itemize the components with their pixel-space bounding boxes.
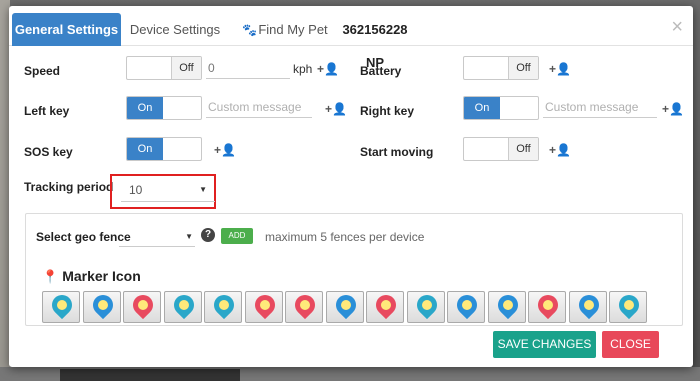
right-key-toggle[interactable]: On [463, 96, 539, 120]
marker-icon-button[interactable] [528, 290, 566, 323]
right-key-toggle-state: On [464, 97, 500, 119]
marker-icon-button[interactable] [82, 290, 121, 323]
chevron-down-icon: ▼ [199, 185, 207, 194]
geo-fence-panel: Select geo fence ▼ ? ADD maximum 5 fence… [25, 213, 683, 326]
marker-pin-icon [88, 290, 117, 320]
geo-fence-note: maximum 5 fences per device [265, 230, 425, 244]
geo-fence-label: Select geo fence [36, 230, 131, 244]
tracking-period-label: Tracking period [24, 180, 114, 194]
settings-modal: General Settings Device Settings 🐾Find M… [9, 6, 693, 367]
marker-pin-icon [452, 290, 482, 320]
tab-find-my-pet-label: Find My Pet [258, 22, 328, 37]
right-key-message-input[interactable] [543, 96, 657, 118]
marker-icon-row [42, 290, 652, 323]
speed-input[interactable] [206, 57, 290, 79]
left-key-toggle[interactable]: On [126, 96, 202, 120]
left-key-label: Left key [24, 104, 70, 118]
tab-general-settings[interactable]: General Settings [12, 13, 121, 46]
marker-icon-button[interactable] [325, 290, 364, 323]
marker-icon-button[interactable] [406, 290, 445, 323]
close-button[interactable]: CLOSE [602, 331, 659, 358]
marker-icon-button[interactable] [163, 290, 202, 323]
left-key-toggle-state: On [127, 97, 163, 119]
marker-icon-button[interactable] [42, 290, 80, 323]
marker-pin-icon [128, 290, 158, 320]
add-geo-fence-button[interactable]: ADD [221, 228, 253, 244]
speed-unit: kph [293, 62, 313, 76]
speed-toggle-state: Off [171, 57, 201, 79]
device-id-label: 362156228 NP [342, 22, 408, 70]
chevron-down-icon: ▼ [185, 232, 193, 241]
marker-pin-icon [614, 290, 644, 320]
right-key-add-user-icon[interactable]: +👤 [662, 102, 684, 116]
map-footer-strip [0, 367, 700, 381]
start-moving-toggle-state: Off [508, 138, 538, 160]
battery-label: Battery [360, 64, 402, 78]
marker-pin-icon [493, 290, 522, 320]
marker-pin-icon [250, 290, 279, 320]
marker-icon-button[interactable] [123, 290, 161, 323]
tab-find-my-pet[interactable]: 🐾Find My Pet [237, 13, 333, 46]
sos-key-toggle[interactable]: On [126, 137, 202, 161]
left-key-add-user-icon[interactable]: +👤 [325, 102, 347, 116]
start-moving-toggle[interactable]: Off [463, 137, 539, 161]
left-key-message-input[interactable] [206, 96, 312, 118]
battery-add-user-icon[interactable]: +👤 [549, 62, 571, 76]
marker-icon-button[interactable] [366, 290, 404, 323]
marker-icon-button[interactable] [487, 290, 526, 323]
marker-pin-icon [290, 290, 320, 320]
paw-icon: 🐾 [242, 23, 258, 37]
marker-icon-button[interactable] [447, 290, 485, 323]
marker-pin-icon [47, 290, 77, 320]
marker-pin-icon [371, 290, 401, 320]
start-moving-add-user-icon[interactable]: +👤 [549, 143, 571, 157]
speed-add-user-icon[interactable]: +👤 [317, 62, 339, 76]
tracking-period-value: 10 [129, 183, 143, 197]
marker-pin-icon [574, 290, 603, 320]
start-moving-label: Start moving [360, 145, 434, 159]
map-toolbar [60, 369, 240, 381]
marker-icon-title-text: Marker Icon [62, 268, 141, 284]
marker-icon-button[interactable] [244, 290, 283, 323]
sos-key-add-user-icon[interactable]: +👤 [214, 143, 236, 157]
geo-fence-select[interactable]: ▼ [119, 229, 195, 247]
marker-pin-icon [331, 290, 360, 320]
marker-icon-button[interactable] [204, 290, 242, 323]
right-key-label: Right key [360, 104, 415, 118]
marker-icon-button[interactable] [568, 290, 607, 323]
battery-toggle[interactable]: Off [463, 56, 539, 80]
sos-key-label: SOS key [24, 145, 73, 159]
battery-toggle-state: Off [508, 57, 538, 79]
marker-pin-icon [412, 290, 441, 320]
marker-pin-icon [169, 290, 198, 320]
tracking-period-select[interactable]: 10 ▼ [121, 178, 215, 202]
help-icon[interactable]: ? [201, 228, 215, 242]
speed-label: Speed [24, 64, 61, 78]
save-changes-button[interactable]: SAVE CHANGES [493, 331, 596, 358]
speed-toggle[interactable]: Off [126, 56, 202, 80]
marker-icon-button[interactable] [609, 290, 647, 323]
marker-icon-title: 📍 Marker Icon [42, 268, 141, 285]
marker-icon-button[interactable] [285, 290, 323, 323]
map-pin-icon: 📍 [42, 269, 59, 284]
sos-key-toggle-state: On [127, 138, 163, 160]
marker-pin-icon [209, 290, 239, 320]
tab-bar: General Settings Device Settings 🐾Find M… [9, 6, 693, 70]
tab-device-settings[interactable]: Device Settings [129, 13, 221, 46]
close-icon[interactable]: × [671, 17, 683, 37]
marker-pin-icon [533, 290, 563, 320]
